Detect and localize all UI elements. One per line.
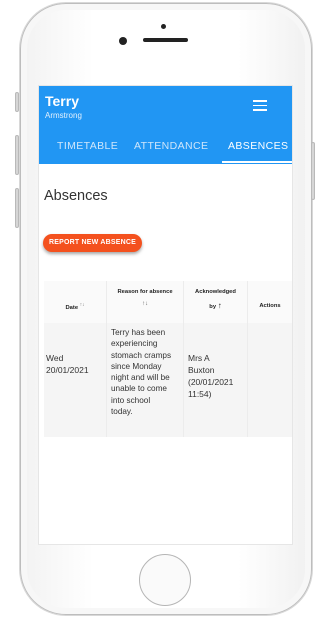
acknowledged-line: Buxton xyxy=(188,365,215,375)
reason-line: unable to come xyxy=(111,384,167,394)
app-screen: Terry Armstrong TIMETABLE ATTENDANCE ABS… xyxy=(38,85,293,545)
acknowledged-line: 11:54) xyxy=(188,389,212,399)
reason-line: into school xyxy=(111,395,151,405)
user-first-name: Terry xyxy=(45,93,79,109)
column-header-actions: Actions xyxy=(248,281,292,323)
cell-reason: Terry has been experiencing stomach cram… xyxy=(107,323,184,437)
reason-line: experiencing xyxy=(111,339,158,349)
date-line: 20/01/2021 xyxy=(46,365,89,375)
column-header-reason[interactable]: Reason for absence ↑↓ xyxy=(107,281,184,323)
date-line: Wed xyxy=(46,353,64,363)
home-button[interactable] xyxy=(139,554,191,606)
column-header-date[interactable]: Date ↑↓ xyxy=(44,281,107,323)
volume-down-button xyxy=(15,188,19,228)
column-header-acknowledged[interactable]: Acknowledged by ↑ xyxy=(184,281,248,323)
column-header-label-line2: by xyxy=(209,304,217,310)
front-camera xyxy=(119,37,127,45)
column-header-label: Date xyxy=(65,304,79,311)
tab-timetable[interactable]: TIMETABLE xyxy=(57,140,118,152)
acknowledged-line: Mrs A xyxy=(188,353,210,363)
volume-up-button xyxy=(15,135,19,175)
table-row[interactable]: Wed 20/01/2021 Terry has been experienci… xyxy=(44,323,292,437)
sort-icon[interactable]: ↑↓ xyxy=(80,303,85,308)
reason-line: since Monday xyxy=(111,361,162,371)
sensor-dot xyxy=(161,24,166,29)
reason-line: Terry has been xyxy=(111,328,166,337)
cell-actions xyxy=(248,323,292,437)
column-header-label: Reason for absence xyxy=(117,289,173,295)
column-header-label: Actions xyxy=(259,303,281,309)
active-tab-indicator xyxy=(222,161,292,163)
hamburger-menu-icon[interactable] xyxy=(253,100,267,111)
column-header-label: Acknowledged xyxy=(195,289,236,295)
user-last-name: Armstrong xyxy=(45,111,82,120)
page-title: Absences xyxy=(44,188,108,204)
tab-bar: TIMETABLE ATTENDANCE ABSENCES xyxy=(39,134,292,164)
absences-table: Date ↑↓ Reason for absence ↑↓ Acknowledg… xyxy=(44,281,292,437)
cell-acknowledged: Mrs A Buxton (20/01/2021 11:54) xyxy=(184,323,248,437)
power-button xyxy=(311,142,315,200)
table-header-row: Date ↑↓ Reason for absence ↑↓ Acknowledg… xyxy=(44,281,292,323)
sort-up-arrow-icon[interactable]: ↑ xyxy=(218,301,222,310)
cell-date: Wed 20/01/2021 xyxy=(44,323,107,437)
sort-icon[interactable]: ↑↓ xyxy=(107,301,183,307)
tab-attendance[interactable]: ATTENDANCE xyxy=(134,140,208,152)
acknowledged-line: (20/01/2021 xyxy=(188,377,234,387)
reason-line: night and will be xyxy=(111,373,170,383)
earpiece-speaker xyxy=(143,38,188,42)
reason-line: today. xyxy=(111,407,133,417)
report-new-absence-button[interactable]: REPORT NEW ABSENCE xyxy=(43,234,142,252)
app-header: Terry Armstrong TIMETABLE ATTENDANCE ABS… xyxy=(39,86,292,164)
tab-absences[interactable]: ABSENCES xyxy=(228,140,288,152)
mute-switch xyxy=(15,92,19,112)
reason-line: stomach cramps xyxy=(111,350,172,360)
